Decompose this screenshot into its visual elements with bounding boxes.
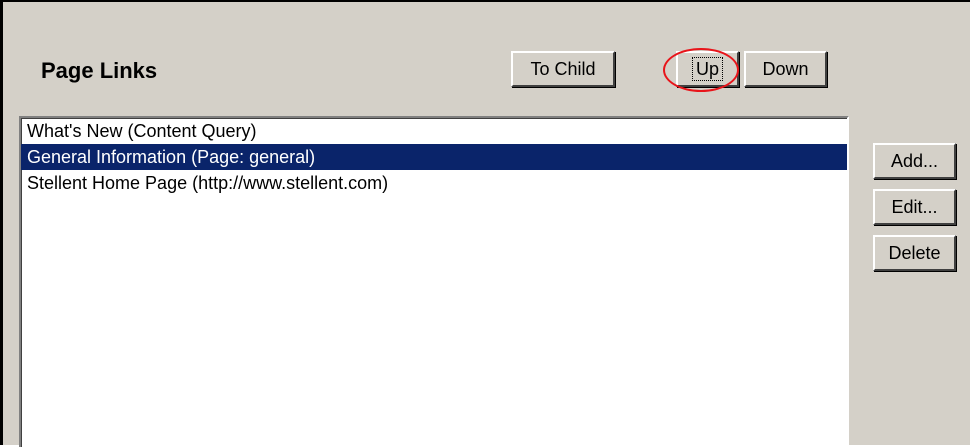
up-button-label: Up [691,57,723,81]
up-button[interactable]: Up [676,51,739,87]
edit-button[interactable]: Edit... [873,189,956,225]
page-links-panel: Page Links To Child Up Down What's New (… [0,0,970,447]
page-links-listbox[interactable]: What's New (Content Query) General Infor… [19,116,849,447]
delete-button[interactable]: Delete [873,235,956,271]
list-item-label: Stellent Home Page (http://www.stellent.… [27,173,389,193]
panel-title: Page Links [41,58,158,83]
to-child-button[interactable]: To Child [511,51,615,87]
down-button[interactable]: Down [744,51,827,87]
list-item[interactable]: General Information (Page: general) [21,144,847,170]
add-button[interactable]: Add... [873,143,956,179]
list-item[interactable]: What's New (Content Query) [21,118,847,144]
list-item-label: What's New (Content Query) [27,121,257,141]
list-item[interactable]: Stellent Home Page (http://www.stellent.… [21,170,847,196]
list-item-label: General Information (Page: general) [27,147,316,167]
